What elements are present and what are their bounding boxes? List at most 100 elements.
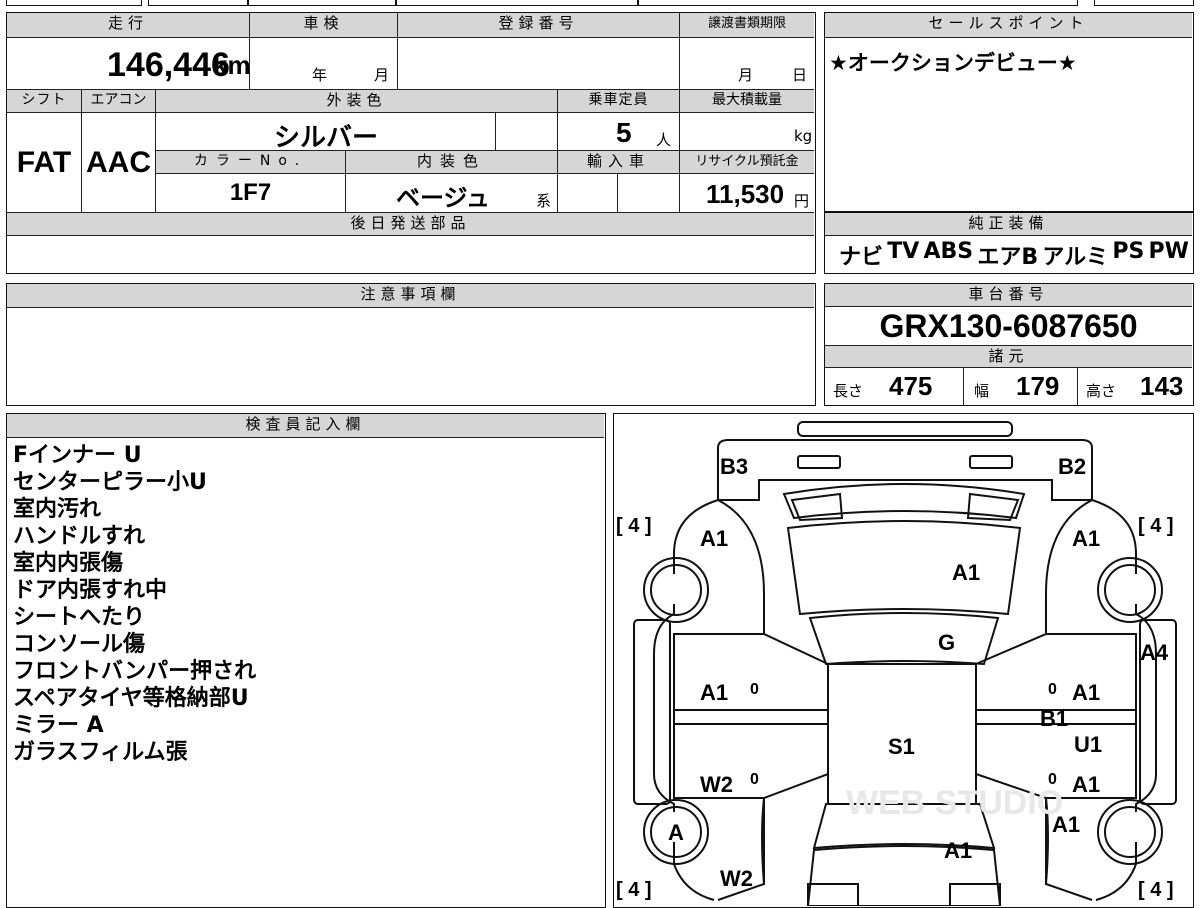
damage-mark: A1: [700, 526, 728, 551]
capacity-header: 乗車定員: [557, 90, 679, 113]
deadline-month-unit: 月: [738, 66, 754, 84]
equipment-list: ナビ TV ABS エアB アルミ PS PW: [839, 239, 1189, 271]
door-handle-mark: 0: [750, 771, 759, 788]
trunk-lid: [786, 520, 1022, 616]
inspector-note: センターピラー小U: [13, 470, 207, 495]
transfer-deadline-header: 譲渡書類期限: [679, 13, 814, 38]
registration-value: [397, 38, 679, 90]
top-stub: [148, 0, 248, 6]
spec-height-label: 高さ: [1086, 382, 1117, 400]
rocker-left: [673, 709, 829, 725]
shift-header: シフト: [7, 90, 81, 113]
front-bumper-left: [807, 883, 859, 906]
body-side-right: [1091, 499, 1157, 901]
watermark: WEB STUDIO: [846, 784, 1063, 822]
tail-light-right: [969, 455, 1013, 469]
interior-color-suffix: 系: [536, 192, 552, 210]
sales-point-box: セールスポイント ★オークションデビュー★: [824, 12, 1194, 212]
inspector-note: ガラスフィルム張: [13, 740, 188, 765]
spec-length: 長さ 475: [825, 368, 963, 405]
registration-header: 登録番号: [397, 13, 679, 38]
spec-height-value: 143: [1140, 371, 1184, 401]
odometer-value: 146,446: [107, 46, 230, 84]
tire-label-rear-right: [ 4 ]: [1138, 515, 1174, 537]
rear-glass: [808, 612, 1000, 666]
vehicle-info-table: 走行 車検 登録番号 譲渡書類期限 146,446 km 年 月 月 日 シフト…: [6, 12, 816, 274]
damage-mark: B2: [1058, 454, 1086, 479]
exterior-color-cell: シルバー: [155, 113, 495, 151]
capacity-cell: 5 人: [557, 113, 679, 151]
recycle-unit: 円: [794, 192, 810, 210]
top-stub: [396, 0, 638, 6]
spec-length-label: 長さ: [833, 382, 864, 400]
inspector-note: ハンドルすれ: [13, 524, 146, 549]
tail-light-left: [797, 455, 841, 469]
tire-label-rear-left: [ 4 ]: [616, 515, 652, 537]
door-handle-mark: 0: [1048, 681, 1057, 698]
odometer-unit: km: [213, 50, 249, 80]
damage-mark: B1: [1040, 706, 1068, 731]
odometer-cell: 146,446 km: [7, 38, 249, 90]
interior-color-value: ベージュ: [396, 185, 490, 212]
front-bumper-right: [949, 883, 1001, 906]
caution-header: 注意事項欄: [7, 284, 814, 308]
inspector-notes: Fインナー U センターピラー小U 室内汚れ ハンドルすれ 室内内張傷 ドア内張…: [13, 442, 593, 766]
aircon-header: エアコン: [81, 90, 155, 113]
max-load-unit: kg: [794, 127, 813, 145]
car-diagram-box: [ 4 ] [ 4 ] [ 4 ] [ 4 ] B3 B2 A1 A1 A1 G…: [613, 413, 1194, 908]
damage-mark: S1: [888, 734, 915, 759]
tire-label-front-right: [ 4 ]: [1138, 879, 1174, 901]
chassis-header: 車台番号: [825, 284, 1192, 307]
inspector-note: ドア内張すれ中: [13, 578, 168, 603]
shift-value: FAT: [16, 146, 72, 179]
wheel-rear-left: [643, 557, 709, 623]
rear-bumper-shape: [797, 421, 1013, 437]
trunk-outline: [717, 439, 1093, 501]
tire-label-front-left: [ 4 ]: [616, 879, 652, 901]
wheel-rear-right: [1097, 557, 1163, 623]
car-diagram: [ 4 ] [ 4 ] [ 4 ] [ 4 ] B3 B2 A1 A1 A1 G…: [616, 421, 1177, 906]
rear-door-right: [975, 633, 1137, 711]
inspector-note: 室内汚れ: [13, 497, 102, 522]
damage-mark: A1: [1072, 772, 1100, 797]
wheel-rear-right-inner: [1104, 564, 1156, 616]
rear-fender-right: [1045, 499, 1093, 634]
inspection-header: 車検: [249, 13, 397, 38]
inspector-note: Fインナー U: [13, 443, 142, 468]
wheel-rear-left-inner: [650, 564, 702, 616]
import-header: 輸入車: [557, 151, 679, 174]
damage-mark: G: [938, 630, 955, 655]
transfer-deadline-cell: 月 日: [679, 38, 814, 90]
exterior-color-extra: [495, 113, 557, 151]
sales-point-header: セールスポイント: [825, 13, 1192, 38]
top-stub: [6, 0, 142, 6]
sales-point-text: ★オークションデビュー★: [829, 51, 1077, 75]
inspection-cell: 年 月: [249, 38, 397, 90]
equipment-item: ABS: [923, 239, 974, 264]
inspection-year-unit: 年: [312, 66, 328, 84]
recycle-value: 11,530: [706, 179, 785, 209]
import-cell-2: [617, 174, 679, 212]
inspector-header: 検査員記入欄: [7, 414, 604, 438]
equipment-box: 純正装備 ナビ TV ABS エアB アルミ PS PW: [824, 212, 1194, 274]
exterior-color-value: シルバー: [274, 122, 379, 151]
door-handle-mark: 0: [750, 681, 759, 698]
capacity-unit: 人: [656, 131, 672, 149]
rear-fender-left: [717, 499, 765, 634]
capacity-value: 5: [616, 117, 632, 148]
equipment-item: エアB: [977, 245, 1039, 270]
caution-box: 注意事項欄: [6, 283, 816, 406]
damage-mark: A4: [1140, 640, 1169, 665]
damage-mark: U1: [1074, 732, 1102, 757]
spec-width-label: 幅: [974, 382, 990, 400]
max-load-cell: kg: [679, 113, 814, 151]
aircon-value: AAC: [81, 113, 155, 212]
damage-mark: W2: [700, 772, 733, 797]
inspector-note: スペアタイヤ等格納部U: [13, 686, 249, 711]
inspector-note: コンソール傷: [13, 632, 146, 657]
equipment-header: 純正装備: [825, 213, 1192, 236]
inspector-note: 室内内張傷: [13, 551, 124, 576]
top-stub: [248, 0, 396, 6]
import-cell-1: [557, 174, 617, 212]
damage-mark: A: [668, 820, 684, 845]
